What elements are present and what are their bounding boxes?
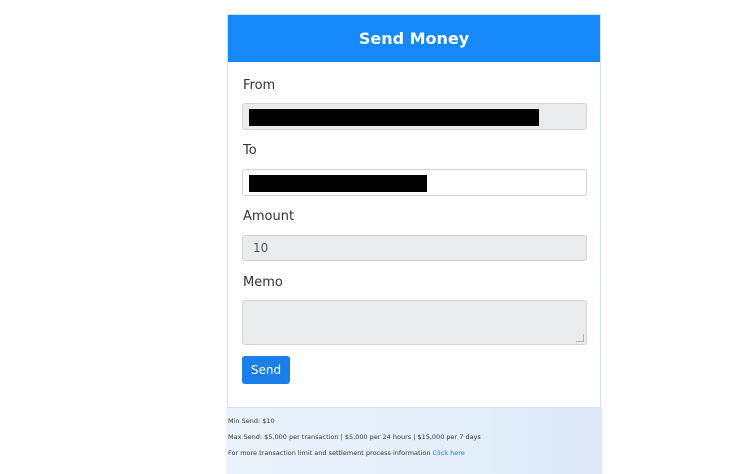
amount-label: Amount (243, 209, 295, 224)
card-header: Send Money (228, 15, 600, 62)
from-field (242, 103, 587, 130)
to-label: To (243, 143, 257, 158)
footer-background (226, 408, 602, 474)
max-send-text: Max Send: $5,000 per transaction | $5,00… (228, 433, 481, 441)
page-title: Send Money (358, 29, 470, 48)
memo-textarea[interactable] (242, 300, 587, 345)
amount-field: 10 (242, 235, 587, 261)
send-button[interactable]: Send (242, 356, 290, 384)
from-redaction (249, 109, 539, 126)
resize-grip-icon[interactable] (576, 334, 584, 342)
page: Send Money From To Amount 10 Memo Send M… (0, 0, 753, 474)
info-text-label: For more transaction limit and settlemen… (228, 449, 433, 457)
from-label: From (243, 78, 276, 93)
min-send-text: Min Send: $10 (228, 417, 275, 425)
send-money-card: Send Money From To Amount 10 Memo Send (227, 14, 601, 408)
info-text: For more transaction limit and settlemen… (228, 449, 465, 457)
to-redaction (249, 175, 427, 192)
memo-label: Memo (243, 275, 283, 290)
amount-value: 10 (253, 241, 269, 255)
to-field[interactable] (242, 169, 587, 196)
click-here-link[interactable]: Click here (433, 449, 465, 457)
